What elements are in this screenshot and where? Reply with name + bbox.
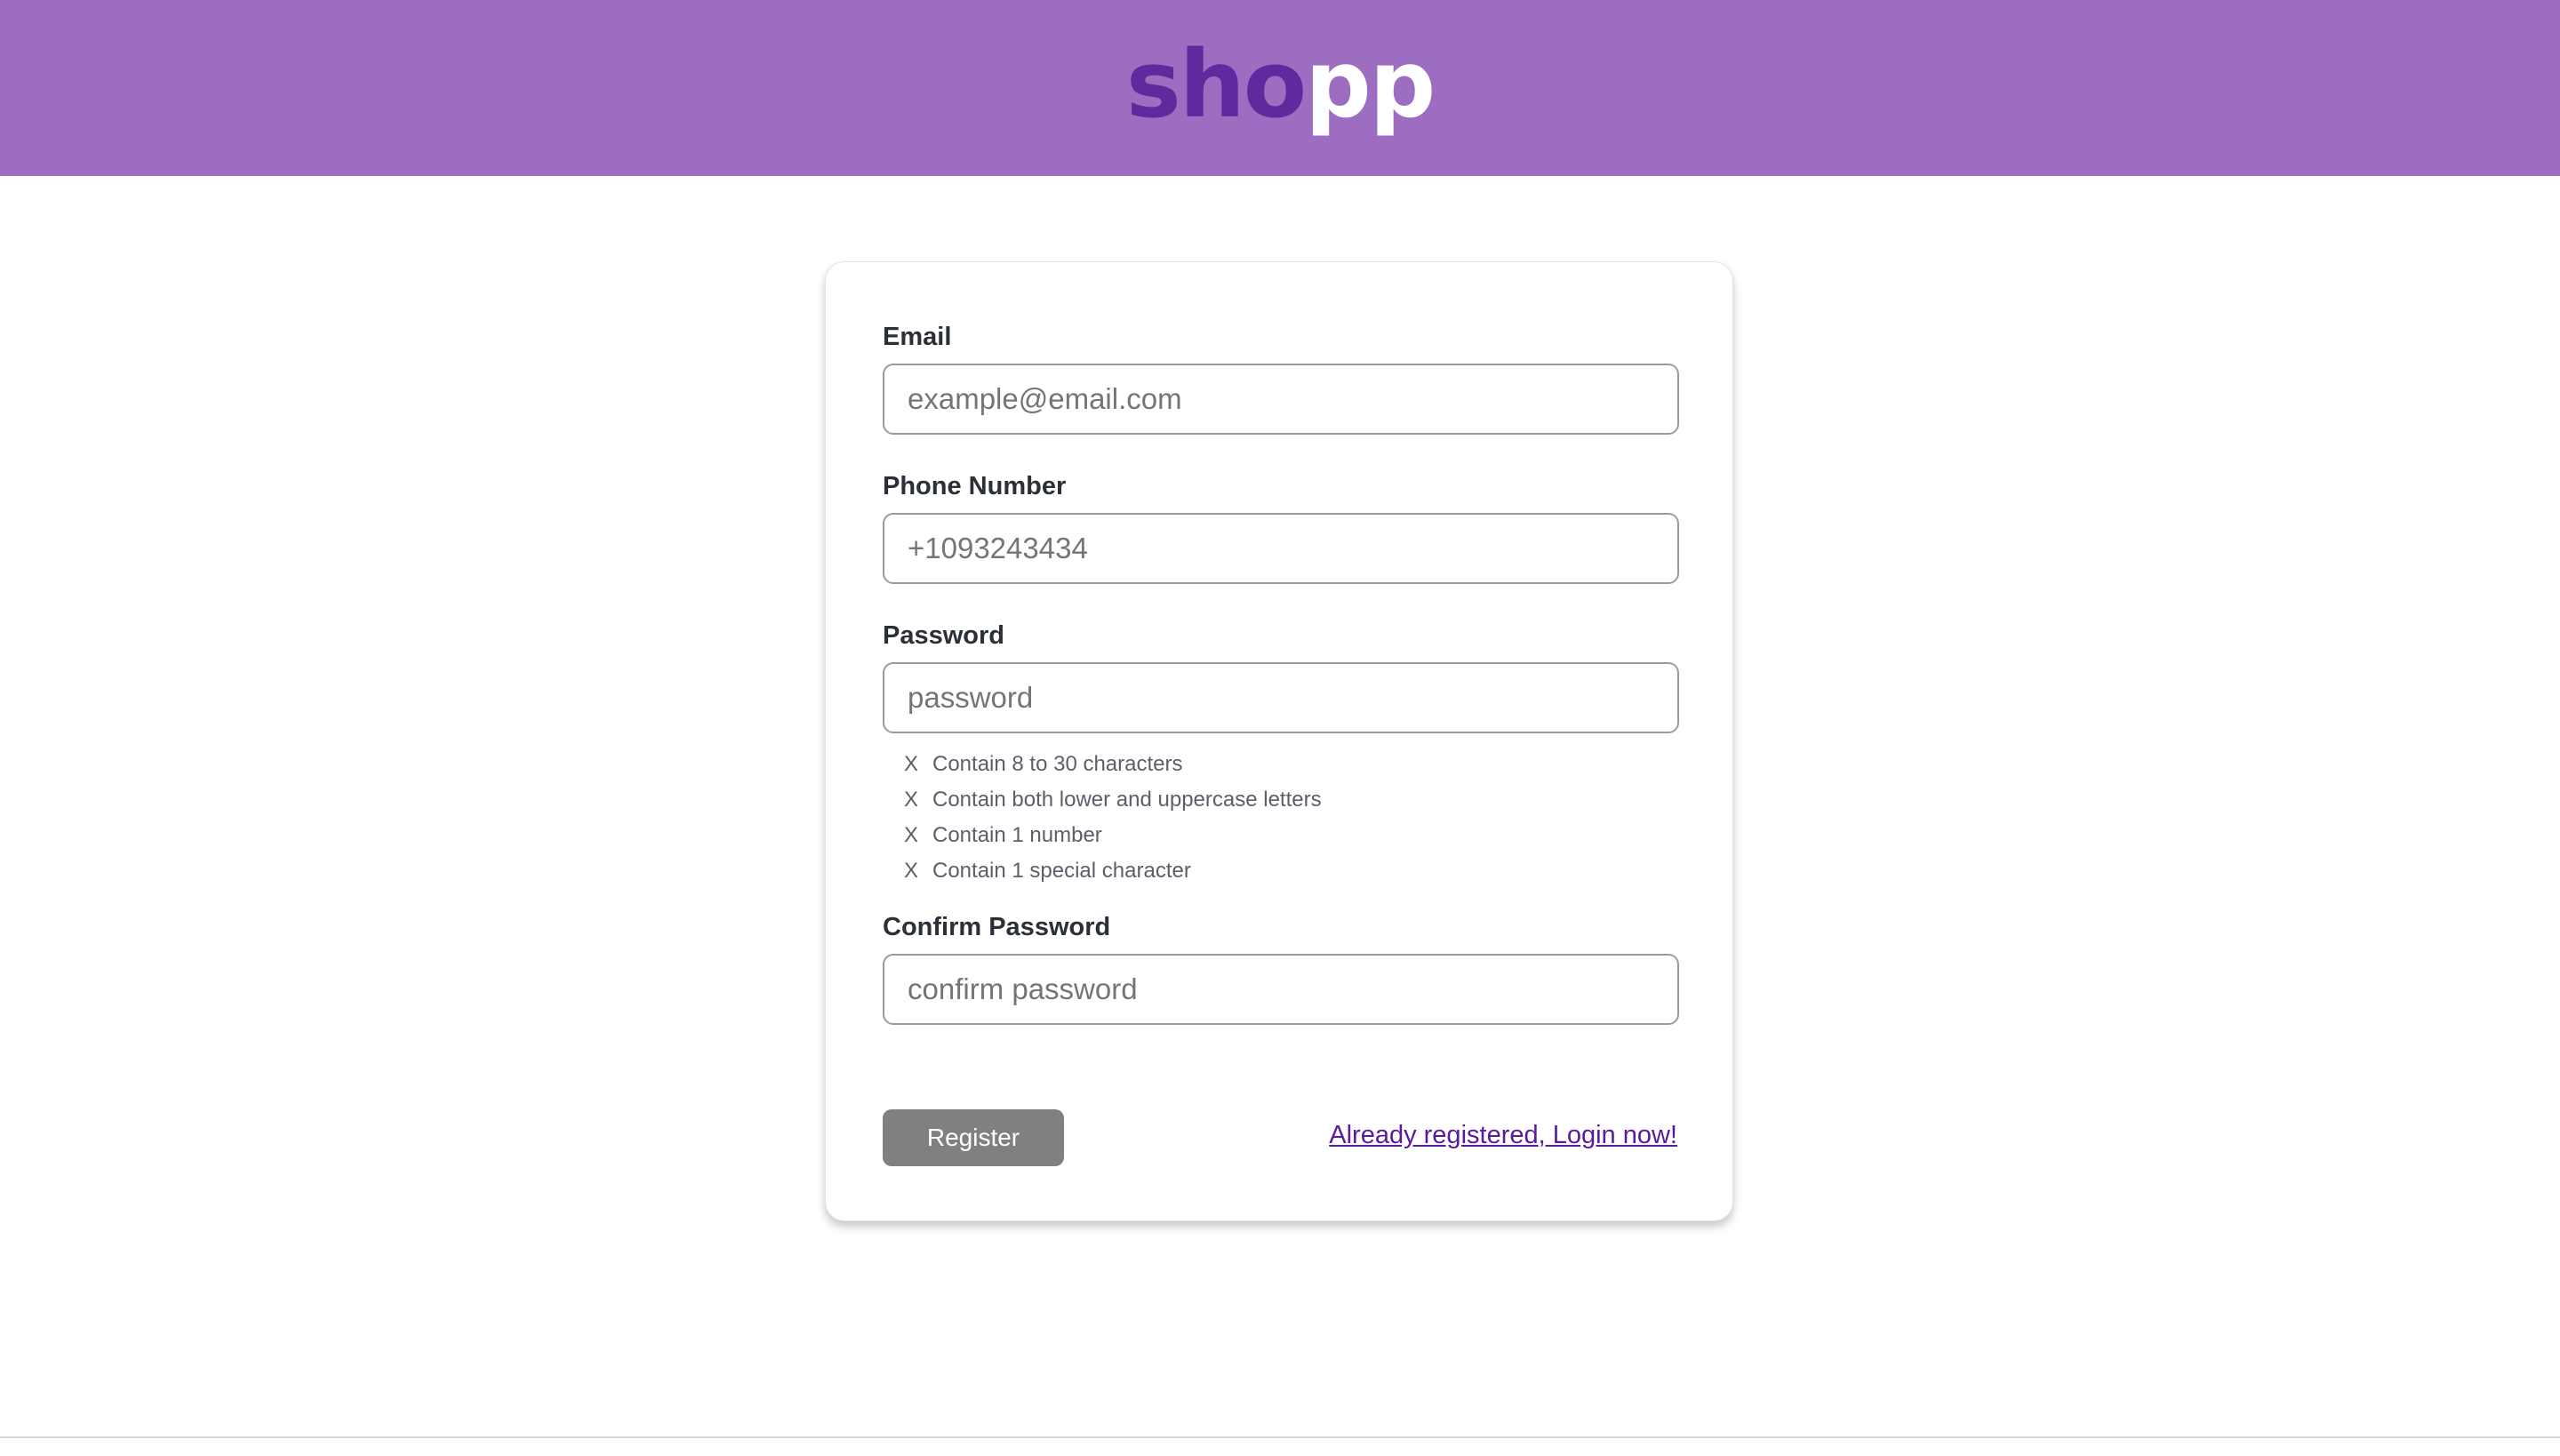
- logo-text-part1: sho: [1125, 30, 1307, 139]
- logo-text-part2: pp: [1305, 30, 1436, 139]
- password-rule-item: X Contain 8 to 30 characters: [904, 747, 1322, 782]
- login-link[interactable]: Already registered, Login now!: [1329, 1121, 1677, 1150]
- rule-text: Contain 1 special character: [932, 859, 1191, 883]
- rule-x-icon: X: [904, 859, 919, 883]
- password-rule-item: X Contain 1 special character: [904, 853, 1322, 889]
- confirm-password-input[interactable]: [883, 954, 1679, 1025]
- confirm-password-label: Confirm Password: [883, 913, 1111, 941]
- password-requirements-list: X Contain 8 to 30 characters X Contain b…: [904, 747, 1322, 889]
- rule-x-icon: X: [904, 788, 919, 812]
- top-header-bar: shopp: [0, 0, 2560, 176]
- email-input[interactable]: [883, 364, 1679, 435]
- email-label: Email: [883, 323, 952, 351]
- password-label: Password: [883, 621, 1004, 650]
- shopp-logo[interactable]: shopp: [1126, 38, 1436, 131]
- register-card: Email Phone Number Password X Contain 8 …: [825, 261, 1733, 1221]
- rule-text: Contain 8 to 30 characters: [932, 752, 1183, 776]
- password-rule-item: X Contain 1 number: [904, 818, 1322, 853]
- password-rule-item: X Contain both lower and uppercase lette…: [904, 782, 1322, 818]
- password-input[interactable]: [883, 662, 1679, 733]
- phone-input[interactable]: [883, 513, 1679, 584]
- rule-x-icon: X: [904, 752, 919, 776]
- bottom-divider: [0, 1436, 2560, 1438]
- phone-label: Phone Number: [883, 472, 1067, 500]
- rule-x-icon: X: [904, 823, 919, 847]
- register-button[interactable]: Register: [883, 1109, 1064, 1166]
- rule-text: Contain both lower and uppercase letters: [932, 788, 1322, 812]
- rule-text: Contain 1 number: [932, 823, 1102, 847]
